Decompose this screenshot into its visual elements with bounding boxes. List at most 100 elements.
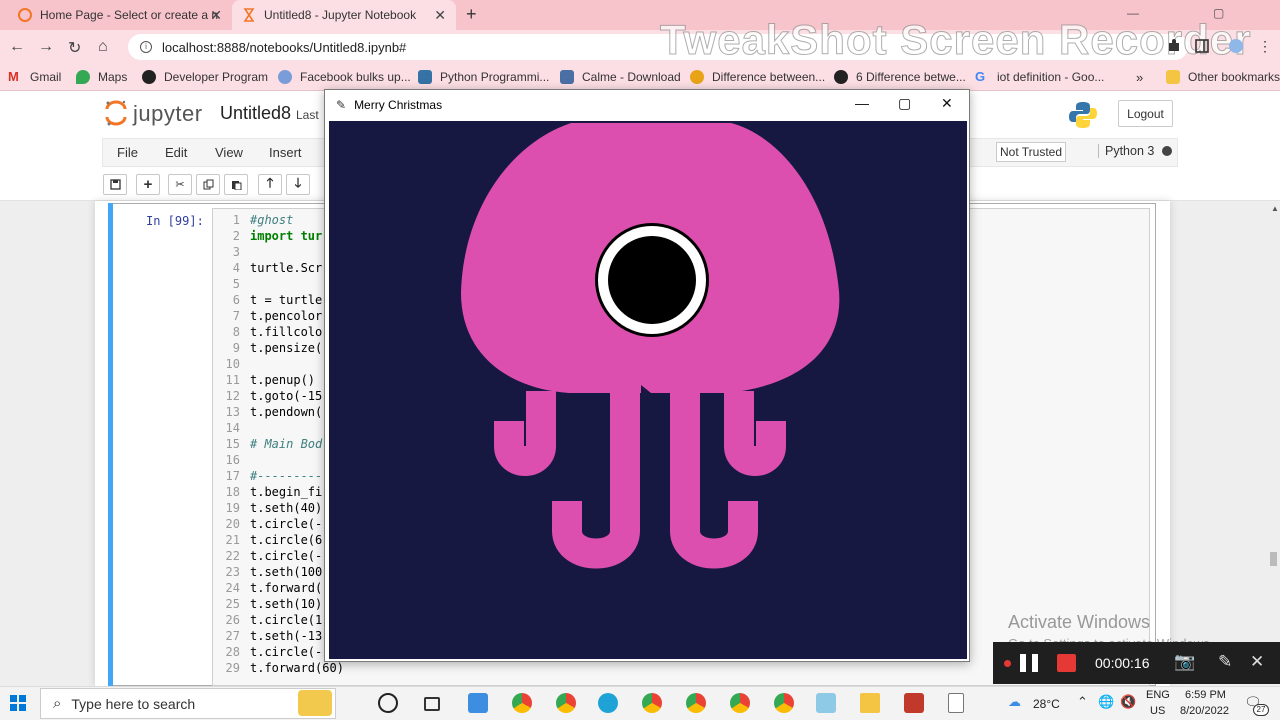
code-text: #--------- — [250, 469, 323, 483]
recording-timer: 00:00:16 — [1095, 655, 1150, 671]
chrome-icon-5[interactable] — [730, 693, 750, 713]
not-trusted-button[interactable]: Not Trusted — [996, 142, 1066, 162]
code-text: t.circle(- — [250, 549, 323, 563]
new-tab-button[interactable]: + — [466, 4, 477, 25]
clock-date[interactable]: 8/20/2022 — [1180, 705, 1229, 717]
other-bookmarks[interactable]: Other bookmarks — [1166, 70, 1280, 84]
file-explorer-icon[interactable] — [860, 693, 880, 713]
cell-prompt: In [99]: — [146, 214, 204, 228]
jupyter-brand: jupyter — [133, 101, 203, 126]
page-scrollbar-thumb[interactable] — [1270, 552, 1277, 566]
menu-edit[interactable]: Edit — [165, 145, 187, 160]
chrome-icon-6[interactable] — [774, 693, 794, 713]
arrow-up-icon[interactable]: 🡑 — [258, 174, 282, 195]
plus-icon[interactable]: + — [136, 174, 160, 195]
cortana-icon[interactable] — [378, 693, 398, 713]
taskbar-search-placeholder: Type here to search — [71, 695, 196, 712]
reload-icon[interactable]: ↻ — [68, 38, 81, 58]
turtle-minimize-button[interactable]: — — [855, 95, 869, 111]
notebook-title[interactable]: Untitled8 — [220, 103, 291, 124]
code-text: import tur — [250, 229, 323, 243]
recorder-app-icon[interactable] — [904, 693, 924, 713]
stop-icon[interactable] — [1057, 654, 1076, 672]
notification-count: 27 — [1253, 704, 1269, 716]
bookmark-calme[interactable]: Calme - Download — [560, 70, 681, 84]
jupyter-logo-icon[interactable] — [104, 99, 128, 127]
menu-file[interactable]: File — [117, 145, 138, 160]
tab-close-icon[interactable]: ✕ — [210, 7, 222, 24]
network-globe-icon[interactable]: 🌐 — [1098, 694, 1114, 710]
scroll-up-arrow-icon[interactable]: ▲ — [1271, 204, 1279, 213]
line-number: 13 — [225, 405, 240, 419]
menu-view[interactable]: View — [215, 145, 243, 160]
chrome-icon-4[interactable] — [686, 693, 706, 713]
turtle-window[interactable]: ✎ Merry Christmas — ▢ ✕ — [324, 89, 970, 662]
forward-arrow-icon[interactable]: → — [38, 38, 54, 56]
bookmark-python-programming[interactable]: Python Programmi... — [418, 70, 549, 84]
close-recorder-icon[interactable]: ✕ — [1250, 652, 1264, 672]
bookmark-difference-between[interactable]: Difference between... — [690, 70, 825, 84]
notepad-icon[interactable] — [948, 693, 964, 713]
extensions-puzzle-icon[interactable] — [1166, 38, 1182, 54]
side-panel-icon[interactable] — [1194, 38, 1210, 54]
bookmark-iot-definition[interactable]: Giot definition - Goo... — [975, 69, 1104, 85]
code-text: t.seth(40) — [250, 501, 323, 515]
app-icon[interactable] — [816, 693, 836, 713]
turtle-window-titlebar[interactable]: ✎ Merry Christmas — ▢ ✕ — [325, 90, 969, 120]
home-icon[interactable]: ⌂ — [98, 38, 108, 56]
menu-insert[interactable]: Insert — [269, 145, 302, 160]
profile-avatar-icon[interactable] — [1228, 38, 1244, 54]
chrome-icon[interactable] — [512, 693, 532, 713]
bookmark-6-difference[interactable]: 6 Difference betwe... — [834, 70, 966, 84]
recording-dot-icon — [1004, 660, 1011, 667]
temperature[interactable]: 28°C — [1033, 697, 1060, 711]
cut-icon[interactable]: ✂ — [168, 174, 192, 195]
line-number: 26 — [225, 613, 240, 627]
arrow-down-icon[interactable]: 🡓 — [286, 174, 310, 195]
code-text: t.circle(- — [250, 645, 323, 659]
task-view-icon[interactable] — [424, 697, 440, 711]
bookmark-developer-program[interactable]: Developer Program — [142, 70, 268, 84]
turtle-maximize-button[interactable]: ▢ — [898, 95, 911, 112]
volume-muted-icon[interactable]: 🔇 — [1120, 694, 1136, 710]
paste-icon[interactable] — [224, 174, 248, 195]
bookmarks-more-icon[interactable]: » — [1136, 70, 1143, 85]
logout-button[interactable]: Logout — [1118, 100, 1173, 127]
search-highlight-image-icon[interactable] — [298, 690, 332, 716]
tab-close-icon[interactable]: ✕ — [434, 7, 446, 24]
turtle-close-button[interactable]: ✕ — [941, 95, 953, 112]
pause-icon[interactable] — [1020, 654, 1040, 672]
bookmark-facebook[interactable]: Facebook bulks up... — [278, 70, 411, 84]
bookmark-maps[interactable]: Maps — [76, 70, 127, 84]
google-icon: G — [975, 69, 986, 84]
windows-start-icon[interactable] — [10, 695, 26, 711]
bookmarks-bar: M Gmail Maps Developer Program Facebook b… — [0, 65, 1280, 91]
code-text: turtle.Scr — [250, 261, 323, 275]
language-line2[interactable]: US — [1150, 705, 1165, 717]
chrome-icon-3[interactable] — [642, 693, 662, 713]
weather-icon[interactable]: ☁ — [1008, 694, 1021, 710]
app-snipping-icon[interactable] — [468, 693, 488, 713]
url-text: localhost:8888/notebooks/Untitled8.ipynb… — [162, 39, 407, 55]
kernel-name[interactable]: Python 3 — [1098, 144, 1154, 158]
tab-home-page[interactable]: Home Page - Select or create a n ✕ — [8, 0, 232, 30]
taskbar-search[interactable]: ⌕ Type here to search — [40, 688, 336, 719]
camera-icon[interactable]: 📷 — [1174, 652, 1195, 672]
line-number: 24 — [225, 581, 240, 595]
bookmark-gmail[interactable]: M Gmail — [8, 70, 61, 85]
back-arrow-icon[interactable]: ← — [9, 38, 25, 56]
chrome-icon-2[interactable] — [556, 693, 576, 713]
annotate-icon[interactable]: ✎ — [1218, 652, 1232, 672]
site-info-icon[interactable]: i — [140, 41, 152, 53]
clock-time[interactable]: 6:59 PM — [1185, 689, 1226, 701]
save-icon[interactable] — [103, 174, 127, 195]
chevron-up-icon[interactable]: ⌃ — [1077, 694, 1088, 710]
edge-icon[interactable] — [598, 693, 618, 713]
language-line1[interactable]: ENG — [1146, 689, 1170, 701]
code-text: t.seth(10) — [250, 597, 323, 611]
turtle-canvas[interactable] — [329, 121, 967, 659]
copy-icon[interactable] — [196, 174, 220, 195]
browser-menu-icon[interactable]: ⋮ — [1258, 38, 1272, 55]
line-number: 9 — [232, 341, 240, 355]
tab-untitled8[interactable]: Untitled8 - Jupyter Notebook ✕ — [232, 0, 456, 30]
